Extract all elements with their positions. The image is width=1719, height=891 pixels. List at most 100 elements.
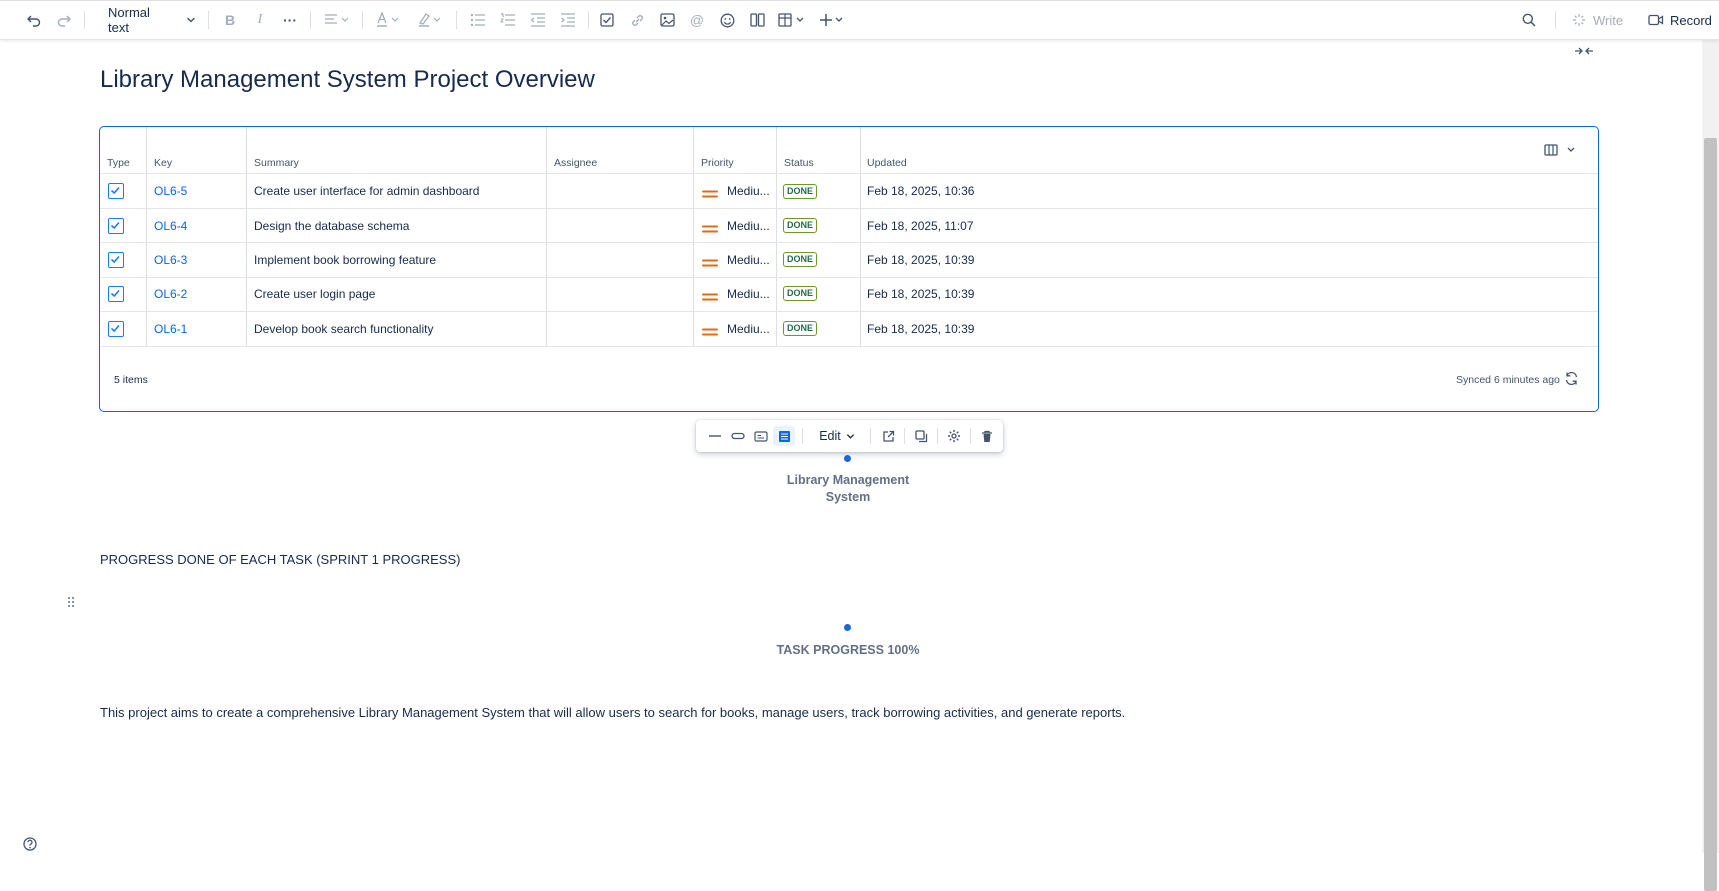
task-checkbox-icon xyxy=(108,218,124,234)
chart-caption: Library Management System xyxy=(748,472,948,506)
open-external-icon[interactable] xyxy=(877,426,899,446)
chevron-down-icon xyxy=(187,17,196,23)
collapse-width-icon[interactable] xyxy=(1574,44,1594,62)
card-view-icon[interactable] xyxy=(750,426,772,446)
issue-summary: Design the database schema xyxy=(254,219,410,233)
chart-loading-dot xyxy=(844,624,851,631)
column-divider xyxy=(246,127,247,347)
redo-icon[interactable] xyxy=(54,8,74,32)
search-icon[interactable] xyxy=(1519,8,1539,32)
toolbar-divider xyxy=(588,11,589,29)
toolbar-divider xyxy=(904,428,905,444)
toolbar-divider xyxy=(456,11,457,29)
column-header-summary[interactable]: Summary xyxy=(254,157,299,169)
align-dropdown-icon[interactable] xyxy=(322,8,354,32)
text-color-icon[interactable] xyxy=(374,8,404,32)
outdent-icon[interactable] xyxy=(528,8,548,32)
table-insert-icon[interactable] xyxy=(776,8,810,32)
record-label: Record xyxy=(1670,12,1712,28)
bold-icon[interactable]: B xyxy=(220,8,240,32)
issue-updated: Feb 18, 2025, 10:36 xyxy=(867,184,975,198)
issue-updated: Feb 18, 2025, 10:39 xyxy=(867,253,975,267)
priority-medium-icon xyxy=(702,289,718,307)
toolbar-divider xyxy=(937,428,938,444)
section-heading: PROGRESS DONE OF EACH TASK (SPRINT 1 PRO… xyxy=(100,552,461,567)
layouts-icon[interactable] xyxy=(747,8,767,32)
item-count: 5 items xyxy=(114,374,148,386)
emoji-icon[interactable] xyxy=(717,8,737,32)
issue-summary: Implement book borrowing feature xyxy=(254,253,437,267)
mention-icon[interactable]: @ xyxy=(687,8,707,32)
drag-handle-icon[interactable] xyxy=(67,595,75,613)
status-badge: DONE xyxy=(783,321,818,336)
priority-medium-icon xyxy=(702,255,718,273)
bullet-list-icon[interactable] xyxy=(468,8,488,32)
column-divider xyxy=(860,127,861,347)
status-badge: DONE xyxy=(783,252,818,267)
insert-plus-icon[interactable] xyxy=(818,8,848,32)
edit-dropdown-button[interactable]: Edit xyxy=(812,426,862,446)
chart-loading-dot xyxy=(844,455,851,462)
toolbar-divider xyxy=(870,428,871,444)
column-picker-icon[interactable] xyxy=(1544,143,1578,162)
issue-summary: Create user login page xyxy=(254,287,376,301)
priority-medium-icon xyxy=(702,221,718,239)
inline-view-icon[interactable] xyxy=(704,426,726,446)
issue-priority: Mediu... xyxy=(727,184,770,198)
issue-priority: Mediu... xyxy=(727,219,770,233)
link-icon[interactable] xyxy=(627,8,647,32)
issue-key-link[interactable]: OL6-3 xyxy=(154,253,187,267)
vertical-scrollbar[interactable] xyxy=(1702,38,1719,891)
toolbar-divider xyxy=(84,11,85,29)
image-icon[interactable] xyxy=(657,8,677,32)
settings-gear-icon[interactable] xyxy=(943,426,965,446)
text-style-label: Normal text xyxy=(108,5,150,35)
toolbar-divider xyxy=(362,11,363,29)
issue-updated: Feb 18, 2025, 10:39 xyxy=(867,287,975,301)
status-badge: DONE xyxy=(783,218,818,233)
record-button[interactable]: Record xyxy=(1648,8,1712,32)
column-header-updated[interactable]: Updated xyxy=(867,157,907,169)
column-header-status[interactable]: Status xyxy=(784,157,814,169)
jira-issues-table[interactable] xyxy=(99,126,1599,412)
numbered-list-icon[interactable] xyxy=(498,8,518,32)
column-header-priority[interactable]: Priority xyxy=(701,157,734,169)
text-style-dropdown[interactable]: Normal text xyxy=(100,5,196,35)
delete-trash-icon[interactable] xyxy=(976,426,998,446)
help-icon[interactable] xyxy=(23,837,37,856)
video-camera-icon xyxy=(1648,14,1664,26)
undo-icon[interactable] xyxy=(24,8,44,32)
table-view-icon[interactable] xyxy=(773,426,795,446)
highlight-icon[interactable] xyxy=(416,8,446,32)
editor-toolbar: Normal text B I ··· @ Write Record xyxy=(0,0,1719,40)
toolbar-divider xyxy=(310,11,311,29)
macro-floating-toolbar: Edit xyxy=(696,420,1003,452)
sparkle-icon xyxy=(1573,14,1585,26)
column-header-assignee[interactable]: Assignee xyxy=(554,157,597,169)
column-header-key[interactable]: Key xyxy=(154,157,172,169)
indent-icon[interactable] xyxy=(558,8,578,32)
task-checkbox-icon xyxy=(108,321,124,337)
column-header-type[interactable]: Type xyxy=(107,157,130,169)
column-divider xyxy=(546,127,547,347)
issue-key-link[interactable]: OL6-5 xyxy=(154,184,187,198)
toolbar-divider xyxy=(970,428,971,444)
italic-icon[interactable]: I xyxy=(250,8,270,32)
more-formatting-icon[interactable]: ··· xyxy=(280,8,300,32)
issue-key-link[interactable]: OL6-1 xyxy=(154,322,187,336)
scrollbar-thumb[interactable] xyxy=(1704,138,1717,891)
task-checkbox-icon xyxy=(108,183,124,199)
smart-link-icon[interactable] xyxy=(727,426,749,446)
copy-icon[interactable] xyxy=(910,426,932,446)
task-checkbox-icon xyxy=(108,252,124,268)
priority-medium-icon xyxy=(702,324,718,342)
write-ai-button[interactable]: Write xyxy=(1572,8,1630,32)
issue-updated: Feb 18, 2025, 10:39 xyxy=(867,322,975,336)
refresh-icon[interactable] xyxy=(1564,371,1579,391)
action-item-icon[interactable] xyxy=(597,8,617,32)
row-divider xyxy=(100,346,1598,347)
page-title: Library Management System Project Overvi… xyxy=(100,66,595,93)
issue-key-link[interactable]: OL6-2 xyxy=(154,287,187,301)
issue-key-link[interactable]: OL6-4 xyxy=(154,219,187,233)
toolbar-divider xyxy=(208,11,209,29)
